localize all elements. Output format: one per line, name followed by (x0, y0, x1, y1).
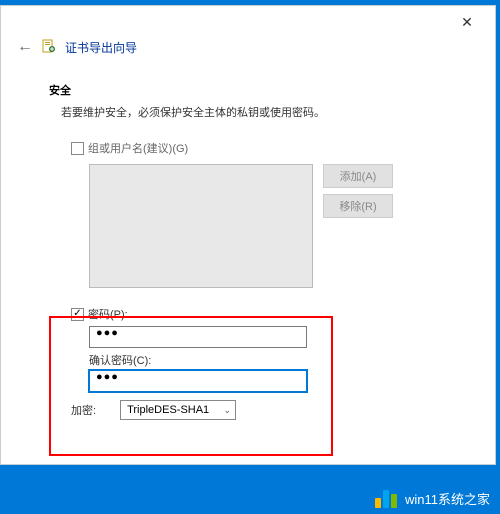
confirm-password-value: ●●● (96, 371, 119, 383)
password-input[interactable]: ●●● (89, 326, 307, 348)
password-checkbox[interactable] (71, 308, 84, 321)
export-wizard-dialog: ✕ ← 证书导出向导 安全 若要维护安全，必须保护安全主体的私钥或使用密码。 组… (0, 5, 496, 465)
group-users-option: 组或用户名(建议)(G) (49, 140, 459, 156)
confirm-password-label: 确认密码(C): (89, 352, 459, 368)
watermark-text: win11系统之家 (405, 489, 490, 508)
group-users-checkbox[interactable] (71, 142, 84, 155)
encryption-selected: TripleDES-SHA1 (127, 404, 209, 416)
group-users-label: 组或用户名(建议)(G) (88, 140, 188, 156)
encryption-label: 加密: (71, 402, 96, 418)
close-icon: ✕ (461, 14, 473, 31)
wizard-content: 安全 若要维护安全，必须保护安全主体的私钥或使用密码。 组或用户名(建议)(G)… (1, 64, 495, 420)
remove-button[interactable]: 移除(R) (323, 194, 393, 218)
add-button[interactable]: 添加(A) (323, 164, 393, 188)
password-section: 密码(P): ●●● 确认密码(C): ●●● 加密: TripleDES-SH… (49, 302, 459, 420)
add-button-label: 添加(A) (340, 168, 377, 184)
encryption-dropdown[interactable]: TripleDES-SHA1 ⌄ (120, 400, 236, 420)
password-label: 密码(P): (88, 306, 128, 322)
users-listbox[interactable] (89, 164, 313, 288)
password-value: ●●● (96, 327, 119, 339)
wizard-title: 证书导出向导 (65, 39, 137, 56)
certificate-wizard-icon (41, 39, 57, 55)
security-heading: 安全 (49, 82, 459, 98)
wizard-header: ← 证书导出向导 (1, 38, 495, 64)
security-description: 若要维护安全，必须保护安全主体的私钥或使用密码。 (49, 104, 459, 120)
confirm-password-input[interactable]: ●●● (89, 370, 307, 392)
users-area: 添加(A) 移除(R) (49, 164, 459, 288)
watermark-url: www.relsound.com (369, 444, 495, 460)
close-button[interactable]: ✕ (447, 8, 487, 36)
titlebar: ✕ (1, 6, 495, 38)
watermark: win11系统之家 (375, 489, 490, 508)
watermark-logo-icon (375, 490, 397, 508)
users-buttons: 添加(A) 移除(R) (323, 164, 393, 288)
remove-button-label: 移除(R) (339, 198, 376, 214)
encryption-row: 加密: TripleDES-SHA1 ⌄ (71, 400, 459, 420)
chevron-down-icon: ⌄ (224, 405, 232, 416)
back-arrow-icon[interactable]: ← (17, 38, 33, 56)
password-option: 密码(P): (71, 306, 459, 322)
